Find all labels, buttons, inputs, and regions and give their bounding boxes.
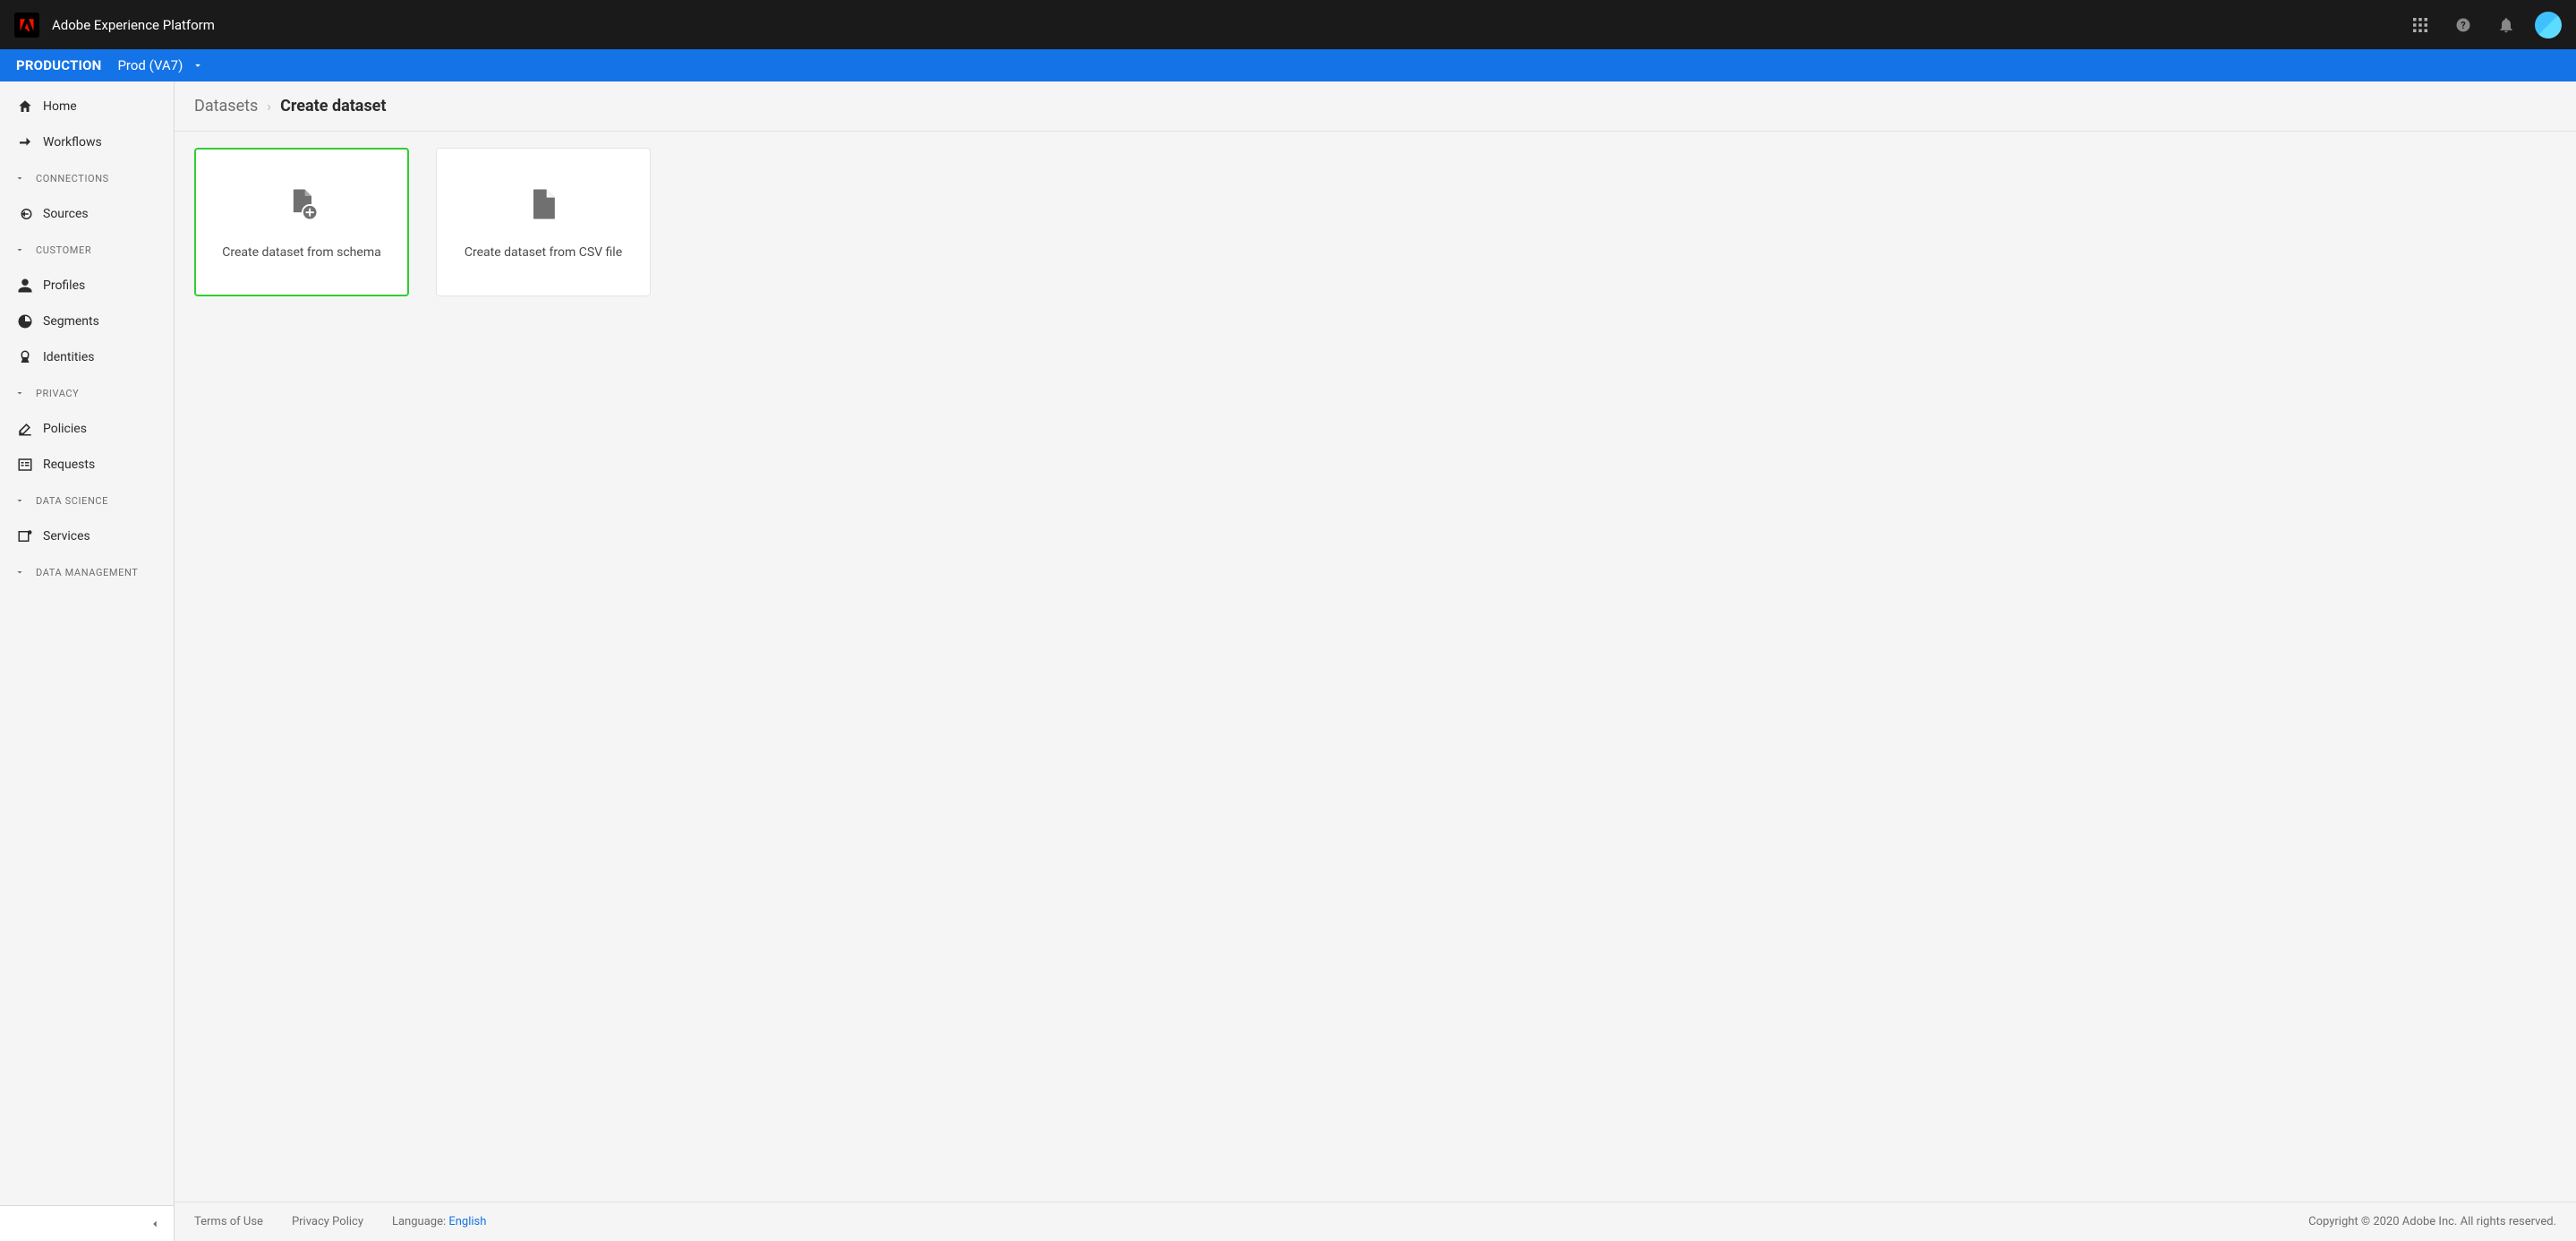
nav-label: Sources [43,207,89,221]
content: Datasets › Create dataset Create dataset… [175,81,2576,1241]
workflows-icon [14,134,36,150]
chevron-down-icon [14,388,36,398]
help-icon: ? [2454,16,2472,34]
help-button[interactable]: ? [2442,4,2485,47]
nav-label: Workflows [43,135,102,150]
cards-area: Create dataset from schema Create datase… [175,132,2576,312]
nav-identities[interactable]: Identities [0,339,174,375]
footer-terms-link[interactable]: Terms of Use [194,1215,263,1228]
sources-icon [14,206,36,222]
csv-file-icon [524,184,563,227]
nav-label: Identities [43,350,94,364]
footer-language-link[interactable]: English [448,1215,486,1228]
nav-label: Home [43,99,77,114]
card-label: Create dataset from CSV file [465,245,622,260]
schema-file-icon [282,184,321,227]
chevron-down-icon [14,495,36,506]
chevron-down-icon [14,567,36,578]
nav-label: Profiles [43,278,85,293]
nav-label: Requests [43,458,95,472]
section-label: DATA SCIENCE [36,495,108,507]
sidebar: Home Workflows CONNECTIONS Sources [0,81,175,1241]
nav-workflows[interactable]: Workflows [0,124,174,160]
nav-policies[interactable]: Policies [0,411,174,447]
nav-home[interactable]: Home [0,89,174,124]
footer-copyright: Copyright © 2020 Adobe Inc. All rights r… [2308,1215,2556,1228]
svg-text:?: ? [2461,20,2465,31]
nav-section-data-management[interactable]: DATA MANAGEMENT [0,554,174,590]
app-title: Adobe Experience Platform [52,17,215,33]
main-wrap: Home Workflows CONNECTIONS Sources [0,81,2576,1241]
nav-segments[interactable]: Segments [0,304,174,339]
segments-icon [14,313,36,330]
sub-header: PRODUCTION Prod (VA7) [0,49,2576,81]
identities-icon [14,349,36,365]
chevron-down-icon [192,59,204,72]
user-avatar[interactable] [2535,12,2562,39]
services-icon [14,528,36,544]
home-icon [14,98,36,115]
section-label: CUSTOMER [36,244,91,256]
nav-section-connections[interactable]: CONNECTIONS [0,160,174,196]
profiles-icon [14,278,36,294]
adobe-logo-icon [19,17,35,33]
apps-launcher-button[interactable] [2399,4,2442,47]
card-create-from-csv[interactable]: Create dataset from CSV file [436,148,651,296]
nav-label: Policies [43,422,87,436]
section-label: DATA MANAGEMENT [36,567,138,578]
section-label: PRIVACY [36,388,79,399]
adobe-logo[interactable] [14,13,39,38]
nav-section-privacy[interactable]: PRIVACY [0,375,174,411]
breadcrumb: Datasets › Create dataset [175,81,2576,132]
env-value: Prod (VA7) [117,57,183,73]
nav-section-customer[interactable]: CUSTOMER [0,232,174,268]
nav-requests[interactable]: Requests [0,447,174,483]
section-label: CONNECTIONS [36,173,109,184]
env-switcher[interactable] [192,59,204,72]
footer-privacy-link[interactable]: Privacy Policy [292,1215,363,1228]
footer: Terms of Use Privacy Policy Language: En… [175,1202,2576,1241]
breadcrumb-parent[interactable]: Datasets [194,97,258,116]
nav-services[interactable]: Services [0,518,174,554]
sidebar-collapse-button[interactable] [0,1205,174,1241]
chevron-down-icon [14,173,36,184]
footer-language: Language: English [392,1215,486,1228]
notifications-button[interactable] [2485,4,2528,47]
chevron-down-icon [14,244,36,255]
requests-icon [14,457,36,473]
nav-label: Segments [43,314,99,329]
nav-profiles[interactable]: Profiles [0,268,174,304]
chevron-left-icon [149,1218,161,1230]
breadcrumb-current: Create dataset [280,97,386,116]
card-create-from-schema[interactable]: Create dataset from schema [194,148,409,296]
nav-sources[interactable]: Sources [0,196,174,232]
bell-icon [2497,16,2515,34]
top-header: Adobe Experience Platform ? [0,0,2576,49]
apps-grid-icon [2412,17,2428,33]
nav-label: Services [43,529,90,543]
nav-section-data-science[interactable]: DATA SCIENCE [0,483,174,518]
policies-icon [14,421,36,437]
env-label: PRODUCTION [16,57,101,73]
breadcrumb-separator: › [267,98,271,115]
card-label: Create dataset from schema [222,245,380,260]
